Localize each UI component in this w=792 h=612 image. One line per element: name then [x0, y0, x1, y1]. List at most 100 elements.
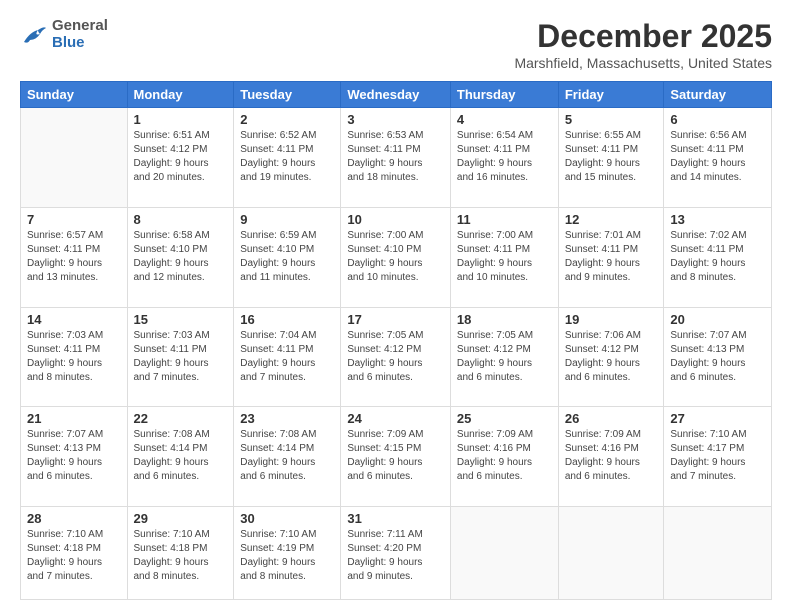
- day-number: 25: [457, 411, 552, 426]
- table-row: [664, 507, 772, 600]
- table-row: 9 Sunrise: 6:59 AM Sunset: 4:10 PM Daylig…: [234, 207, 341, 307]
- table-row: 20 Sunrise: 7:07 AM Sunset: 4:13 PM Dayli…: [664, 307, 772, 407]
- table-row: 16Sunrise: 7:04 AM Sunset: 4:11 PM Dayli…: [234, 307, 341, 407]
- month-title: December 2025: [514, 18, 772, 55]
- table-row: 18 Sunrise: 7:05 AM Sunset: 4:12 PM Dayli…: [450, 307, 558, 407]
- table-row: 2 Sunrise: 6:52 AM Sunset: 4:11 PM Daylig…: [234, 108, 341, 208]
- table-row: 5 Sunrise: 6:55 AM Sunset: 4:11 PM Daylig…: [558, 108, 664, 208]
- day-info: Sunrise: 7:00 AM Sunset: 4:10 PM Dayligh…: [347, 229, 444, 285]
- table-row: 31 Sunrise: 7:11 AM Sunset: 4:20 PM Dayli…: [341, 507, 451, 600]
- day-number: 10: [347, 212, 444, 227]
- day-info: Sunrise: 7:07 AM Sunset: 4:13 PM Dayligh…: [670, 329, 765, 385]
- day-number: 30: [240, 511, 334, 526]
- day-number: 22: [134, 411, 228, 426]
- day-number: 31: [347, 511, 444, 526]
- day-info: Sunrise: 7:08 AM Sunset: 4:14 PM Dayligh…: [134, 428, 228, 484]
- day-info: Sunrise: 7:11 AM Sunset: 4:20 PM Dayligh…: [347, 528, 444, 584]
- day-number: 19: [565, 312, 658, 327]
- calendar-table: Sunday Monday Tuesday Wednesday Thursday…: [20, 81, 772, 600]
- header-row: Sunday Monday Tuesday Wednesday Thursday…: [21, 82, 772, 108]
- day-info: Sunrise: 7:01 AM Sunset: 4:11 PM Dayligh…: [565, 229, 658, 285]
- logo-name: General Blue: [52, 18, 108, 51]
- day-number: 1: [134, 112, 228, 127]
- day-number: 28: [27, 511, 121, 526]
- table-row: 14 Sunrise: 7:03 AM Sunset: 4:11 PM Dayli…: [21, 307, 128, 407]
- day-info: Sunrise: 6:52 AM Sunset: 4:11 PM Dayligh…: [240, 129, 334, 185]
- day-info: Sunrise: 7:10 AM Sunset: 4:17 PM Dayligh…: [670, 428, 765, 484]
- table-row: 22 Sunrise: 7:08 AM Sunset: 4:14 PM Dayli…: [127, 407, 234, 507]
- table-row: 25 Sunrise: 7:09 AM Sunset: 4:16 PM Dayli…: [450, 407, 558, 507]
- day-number: 21: [27, 411, 121, 426]
- table-row: 19 Sunrise: 7:06 AM Sunset: 4:12 PM Dayli…: [558, 307, 664, 407]
- day-info: Sunrise: 7:10 AM Sunset: 4:18 PM Dayligh…: [27, 528, 121, 584]
- day-info: Sunrise: 7:09 AM Sunset: 4:15 PM Dayligh…: [347, 428, 444, 484]
- table-row: 27 Sunrise: 7:10 AM Sunset: 4:17 PM Dayli…: [664, 407, 772, 507]
- table-row: 4 Sunrise: 6:54 AM Sunset: 4:11 PM Daylig…: [450, 108, 558, 208]
- table-row: 21Sunrise: 7:07 AM Sunset: 4:13 PM Dayli…: [21, 407, 128, 507]
- table-row: 13Sunrise: 7:02 AM Sunset: 4:11 PM Dayli…: [664, 207, 772, 307]
- logo-general: General: [52, 18, 108, 35]
- day-info: Sunrise: 6:59 AM Sunset: 4:10 PM Dayligh…: [240, 229, 334, 285]
- day-info: Sunrise: 7:08 AM Sunset: 4:14 PM Dayligh…: [240, 428, 334, 484]
- day-number: 23: [240, 411, 334, 426]
- day-info: Sunrise: 7:09 AM Sunset: 4:16 PM Dayligh…: [457, 428, 552, 484]
- day-number: 26: [565, 411, 658, 426]
- day-info: Sunrise: 6:51 AM Sunset: 4:12 PM Dayligh…: [134, 129, 228, 185]
- day-number: 3: [347, 112, 444, 127]
- col-monday: Monday: [127, 82, 234, 108]
- day-number: 4: [457, 112, 552, 127]
- day-info: Sunrise: 7:03 AM Sunset: 4:11 PM Dayligh…: [134, 329, 228, 385]
- day-number: 6: [670, 112, 765, 127]
- calendar-page: General Blue December 2025 Marshfield, M…: [0, 0, 792, 612]
- day-number: 5: [565, 112, 658, 127]
- day-number: 9: [240, 212, 334, 227]
- table-row: 10 Sunrise: 7:00 AM Sunset: 4:10 PM Dayli…: [341, 207, 451, 307]
- day-number: 29: [134, 511, 228, 526]
- day-number: 27: [670, 411, 765, 426]
- table-row: 26 Sunrise: 7:09 AM Sunset: 4:16 PM Dayli…: [558, 407, 664, 507]
- day-number: 20: [670, 312, 765, 327]
- day-info: Sunrise: 6:57 AM Sunset: 4:11 PM Dayligh…: [27, 229, 121, 285]
- title-block: December 2025 Marshfield, Massachusetts,…: [514, 18, 772, 71]
- day-number: 8: [134, 212, 228, 227]
- day-number: 17: [347, 312, 444, 327]
- table-row: 7 Sunrise: 6:57 AM Sunset: 4:11 PM Daylig…: [21, 207, 128, 307]
- day-info: Sunrise: 7:03 AM Sunset: 4:11 PM Dayligh…: [27, 329, 121, 385]
- day-number: 15: [134, 312, 228, 327]
- day-number: 11: [457, 212, 552, 227]
- day-info: Sunrise: 6:53 AM Sunset: 4:11 PM Dayligh…: [347, 129, 444, 185]
- day-info: Sunrise: 7:09 AM Sunset: 4:16 PM Dayligh…: [565, 428, 658, 484]
- day-info: Sunrise: 6:58 AM Sunset: 4:10 PM Dayligh…: [134, 229, 228, 285]
- table-row: 12Sunrise: 7:01 AM Sunset: 4:11 PM Dayli…: [558, 207, 664, 307]
- day-number: 7: [27, 212, 121, 227]
- day-info: Sunrise: 7:06 AM Sunset: 4:12 PM Dayligh…: [565, 329, 658, 385]
- col-wednesday: Wednesday: [341, 82, 451, 108]
- day-info: Sunrise: 7:10 AM Sunset: 4:19 PM Dayligh…: [240, 528, 334, 584]
- header: General Blue December 2025 Marshfield, M…: [20, 18, 772, 71]
- day-info: Sunrise: 6:55 AM Sunset: 4:11 PM Dayligh…: [565, 129, 658, 185]
- day-info: Sunrise: 6:56 AM Sunset: 4:11 PM Dayligh…: [670, 129, 765, 185]
- table-row: 28 Sunrise: 7:10 AM Sunset: 4:18 PM Dayli…: [21, 507, 128, 600]
- day-info: Sunrise: 7:10 AM Sunset: 4:18 PM Dayligh…: [134, 528, 228, 584]
- logo: General Blue: [20, 18, 108, 51]
- table-row: 30 Sunrise: 7:10 AM Sunset: 4:19 PM Dayli…: [234, 507, 341, 600]
- col-tuesday: Tuesday: [234, 82, 341, 108]
- day-number: 14: [27, 312, 121, 327]
- table-row: [450, 507, 558, 600]
- table-row: 1 Sunrise: 6:51 AM Sunset: 4:12 PM Daylig…: [127, 108, 234, 208]
- day-info: Sunrise: 7:05 AM Sunset: 4:12 PM Dayligh…: [457, 329, 552, 385]
- day-number: 24: [347, 411, 444, 426]
- table-row: 3 Sunrise: 6:53 AM Sunset: 4:11 PM Daylig…: [341, 108, 451, 208]
- day-number: 13: [670, 212, 765, 227]
- table-row: 24 Sunrise: 7:09 AM Sunset: 4:15 PM Dayli…: [341, 407, 451, 507]
- table-row: 11Sunrise: 7:00 AM Sunset: 4:11 PM Dayli…: [450, 207, 558, 307]
- logo-icon: [20, 24, 48, 46]
- col-saturday: Saturday: [664, 82, 772, 108]
- table-row: 15 Sunrise: 7:03 AM Sunset: 4:11 PM Dayli…: [127, 307, 234, 407]
- day-number: 18: [457, 312, 552, 327]
- location: Marshfield, Massachusetts, United States: [514, 55, 772, 71]
- col-sunday: Sunday: [21, 82, 128, 108]
- table-row: 8 Sunrise: 6:58 AM Sunset: 4:10 PM Daylig…: [127, 207, 234, 307]
- day-info: Sunrise: 6:54 AM Sunset: 4:11 PM Dayligh…: [457, 129, 552, 185]
- day-number: 2: [240, 112, 334, 127]
